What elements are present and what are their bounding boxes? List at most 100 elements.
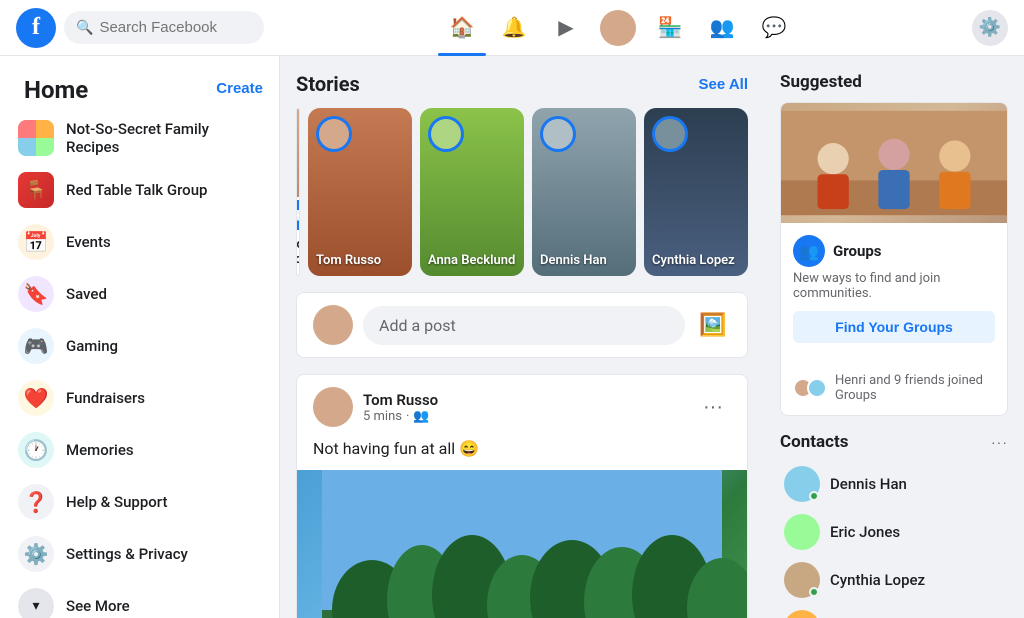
post-image <box>297 470 747 618</box>
story-label-dennis: Dennis Han <box>540 253 628 268</box>
story-avatar-tom <box>316 116 352 152</box>
red-table-icon: 🪑 <box>18 172 54 208</box>
groups-icon: 👥 <box>793 235 825 267</box>
page-layout: Home Create Not-So-Secret Family Recipes… <box>0 56 1024 618</box>
nav-right: ⚙️ <box>972 10 1008 46</box>
post-user-details: Tom Russo 5 mins · 👥 <box>363 391 438 424</box>
post-box-avatar <box>313 305 353 345</box>
search-bar[interactable]: 🔍 <box>64 11 264 44</box>
add-post-input[interactable]: Add a post <box>363 306 685 345</box>
story-cynthia-lopez[interactable]: Cynthia Lopez <box>644 108 748 276</box>
contact-eric-jones[interactable]: Eric Jones <box>780 508 1008 556</box>
profile-nav-button[interactable] <box>594 4 642 52</box>
family-recipes-icon <box>18 120 54 156</box>
story-label-cynthia: Cynthia Lopez <box>652 253 740 268</box>
top-navigation: f 🔍 🏠 🔔 ▶ 🏪 👥 💬 ⚙️ <box>0 0 1024 56</box>
watch-nav-button[interactable]: ▶ <box>542 4 590 52</box>
groups-banner-image <box>781 103 1007 223</box>
groups-nav-button[interactable]: 👥 <box>698 4 746 52</box>
see-more-row[interactable]: ▾ See More <box>8 580 271 618</box>
story-dennis-han[interactable]: Dennis Han <box>532 108 636 276</box>
post-meta: 5 mins · 👥 <box>363 409 438 424</box>
sidebar-item-label: Memories <box>66 441 134 459</box>
contact-dennis-han[interactable]: Dennis Han <box>780 460 1008 508</box>
sidebar: Home Create Not-So-Secret Family Recipes… <box>0 56 280 618</box>
marketplace-nav-button[interactable]: 🏪 <box>646 4 694 52</box>
post-more-button[interactable]: ··· <box>695 389 731 425</box>
sidebar-item-label: Settings & Privacy <box>66 545 188 563</box>
create-button[interactable]: Create <box>216 80 263 97</box>
groups-desc: New ways to find and join communities. <box>793 271 995 301</box>
story-avatar-anna <box>428 116 464 152</box>
notifications-nav-button[interactable]: 🔔 <box>490 4 538 52</box>
online-indicator <box>809 587 819 597</box>
search-input[interactable] <box>99 19 252 36</box>
settings-icon-button[interactable]: ⚙️ <box>972 10 1008 46</box>
sidebar-item-red-table[interactable]: 🪑 Red Table Talk Group <box>8 164 271 216</box>
facebook-logo[interactable]: f <box>16 8 56 48</box>
post-time: 5 mins <box>363 409 402 424</box>
post-image-button[interactable]: 🖼️ <box>695 307 731 343</box>
contact-avatar-anna <box>784 610 820 618</box>
fundraisers-icon: ❤️ <box>18 380 54 416</box>
joined-avatars <box>793 378 827 398</box>
sidebar-item-label: Events <box>66 233 111 251</box>
contacts-section: Contacts ··· Dennis Han Eric Jones <box>780 432 1008 618</box>
add-story-card[interactable]: + Add to Story <box>296 108 300 276</box>
groups-banner: 👥 Groups New ways to find and join commu… <box>780 102 1008 416</box>
suggested-section: Suggested <box>780 72 1008 416</box>
contacts-title: Contacts <box>780 432 848 452</box>
home-nav-button[interactable]: 🏠 <box>438 4 486 52</box>
story-anna-becklund[interactable]: Anna Becklund <box>420 108 524 276</box>
sidebar-item-label: Saved <box>66 285 107 303</box>
stories-header: Stories See All <box>296 72 748 96</box>
main-feed: Stories See All + Add to Story Tom Russo <box>280 56 764 618</box>
sidebar-item-gaming[interactable]: 🎮 Gaming <box>8 320 271 372</box>
find-groups-button[interactable]: Find Your Groups <box>793 311 995 343</box>
post-image-content <box>297 470 747 618</box>
nav-left: f 🔍 <box>16 8 264 48</box>
sidebar-item-family-recipes[interactable]: Not-So-Secret Family Recipes <box>8 112 271 164</box>
contact-cynthia-lopez[interactable]: Cynthia Lopez <box>780 556 1008 604</box>
stories-row: + Add to Story Tom Russo Anna Becklund <box>296 108 748 276</box>
groups-banner-header: 👥 Groups <box>793 235 995 267</box>
story-avatar-dennis <box>540 116 576 152</box>
contact-name-dennis: Dennis Han <box>830 475 907 493</box>
contact-name-eric: Eric Jones <box>830 523 900 541</box>
stories-section: Stories See All + Add to Story Tom Russo <box>296 72 748 276</box>
contacts-more-button[interactable]: ··· <box>991 434 1008 450</box>
story-tom-russo[interactable]: Tom Russo <box>308 108 412 276</box>
sidebar-item-memories[interactable]: 🕐 Memories <box>8 424 271 476</box>
feed-post-tom-russo: Tom Russo 5 mins · 👥 ··· Not having fun … <box>296 374 748 618</box>
right-panel: Suggested <box>764 56 1024 618</box>
sidebar-title: Home <box>16 68 96 108</box>
contact-avatar-cynthia <box>784 562 820 598</box>
suggested-title: Suggested <box>780 72 1008 92</box>
story-label-tom: Tom Russo <box>316 253 404 268</box>
story-label-anna: Anna Becklund <box>428 253 516 268</box>
sidebar-item-saved[interactable]: 🔖 Saved <box>8 268 271 320</box>
audience-icon: 👥 <box>413 409 429 424</box>
sidebar-item-label: Help & Support <box>66 493 167 511</box>
sidebar-item-label: Red Table Talk Group <box>66 181 207 199</box>
post-box: Add a post 🖼️ <box>296 292 748 358</box>
sidebar-item-events[interactable]: 📅 Events <box>8 216 271 268</box>
sidebar-item-settings[interactable]: ⚙️ Settings & Privacy <box>8 528 271 580</box>
contact-anna-becklund[interactable]: Anna Becklund <box>780 604 1008 618</box>
see-all-stories-button[interactable]: See All <box>699 76 748 93</box>
sidebar-item-label: Not-So-Secret Family Recipes <box>66 120 261 156</box>
post-author-name: Tom Russo <box>363 391 438 409</box>
add-story-icon: + <box>296 197 300 233</box>
sidebar-item-help[interactable]: ❓ Help & Support <box>8 476 271 528</box>
settings-icon: ⚙️ <box>18 536 54 572</box>
groups-name: Groups <box>833 242 882 260</box>
sidebar-item-label: Gaming <box>66 337 118 355</box>
sidebar-item-fundraisers[interactable]: ❤️ Fundraisers <box>8 372 271 424</box>
search-icon: 🔍 <box>76 20 93 36</box>
memories-icon: 🕐 <box>18 432 54 468</box>
see-more-label: See More <box>66 597 130 615</box>
joined-text: Henri and 9 friends joined Groups <box>835 373 995 403</box>
contacts-header: Contacts ··· <box>780 432 1008 452</box>
story-avatar-cynthia <box>652 116 688 152</box>
messenger-nav-button[interactable]: 💬 <box>750 4 798 52</box>
